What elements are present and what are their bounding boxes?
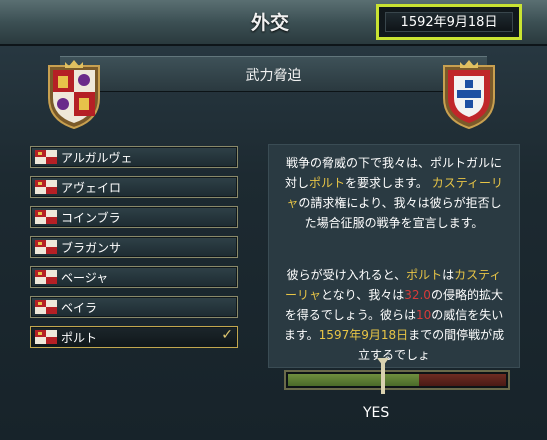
province-flag-icon	[35, 210, 57, 224]
province-flag-icon	[35, 180, 57, 194]
text: 彼らが受け入れると、	[286, 268, 407, 282]
province-flag-icon	[35, 240, 57, 254]
province-item-aveiro[interactable]: アヴェイロ	[30, 176, 238, 198]
acceptance-label: YES	[363, 405, 390, 421]
description-paragraph-1: 戦争の脅威の下で我々は、ポルトガルに対しポルトを要求します。 カスティーリャの請…	[269, 153, 519, 233]
province-flag-icon	[35, 270, 57, 284]
province-item-coimbra[interactable]: コインブラ	[30, 206, 238, 228]
acceptance-marker	[381, 362, 385, 394]
truce-date: 1597年9月18日	[318, 328, 409, 342]
header-bar: 外交 1592年9月18日	[0, 0, 547, 46]
text: となり、我々は	[321, 288, 405, 302]
province-flag-icon	[35, 150, 57, 164]
window-title: 外交	[250, 12, 289, 34]
province-name: ベイラ	[61, 301, 98, 315]
province-item-algarve[interactable]: アルガルヴェ	[30, 146, 238, 168]
province-name: ポルト	[61, 331, 98, 345]
checkmark-icon: ✓	[221, 327, 233, 343]
description-paragraph-2: 彼らが受け入れると、ポルトはカスティーリャとなり、我々は32.0の侵略的拡大を得…	[269, 265, 519, 365]
acceptance-bar-negative	[419, 374, 506, 386]
province-highlight: ポルト	[406, 268, 443, 282]
date-label: 1592年9月18日	[385, 12, 513, 32]
prestige-value: 10	[415, 308, 432, 322]
province-highlight: ポルト	[309, 176, 346, 190]
date-display: 1592年9月18日	[376, 4, 522, 40]
description-panel: 戦争の脅威の下で我々は、ポルトガルに対しポルトを要求します。 カスティーリャの請…	[268, 144, 520, 368]
province-item-porto[interactable]: ポルト ✓	[30, 326, 238, 348]
province-name: アルガルヴェ	[61, 151, 133, 165]
text: を要求します。	[345, 176, 428, 190]
text: の請求権により、我々は彼らが拒否した場合征服の戦争を宣言します。	[298, 196, 502, 230]
province-name: ブラガンサ	[61, 241, 122, 255]
text: は	[442, 268, 455, 282]
province-name: ベージャ	[61, 271, 109, 285]
province-flag-icon	[35, 300, 57, 314]
portugal-shield-icon	[443, 60, 495, 130]
acceptance-bar	[284, 370, 510, 390]
acceptance-bar-positive	[288, 374, 419, 386]
province-item-braganca[interactable]: ブラガンサ	[30, 236, 238, 258]
castile-shield-icon	[48, 60, 100, 130]
province-name: コインブラ	[61, 211, 121, 225]
province-item-beira[interactable]: ベイラ	[30, 296, 238, 318]
province-item-beja[interactable]: ベージャ	[30, 266, 238, 288]
province-name: アヴェイロ	[61, 181, 122, 195]
action-title: 武力脅迫	[245, 68, 302, 84]
subtitle-bar: 武力脅迫	[60, 56, 487, 92]
province-flag-icon	[35, 330, 57, 344]
aggressive-expansion-value: 32.0	[404, 288, 431, 302]
